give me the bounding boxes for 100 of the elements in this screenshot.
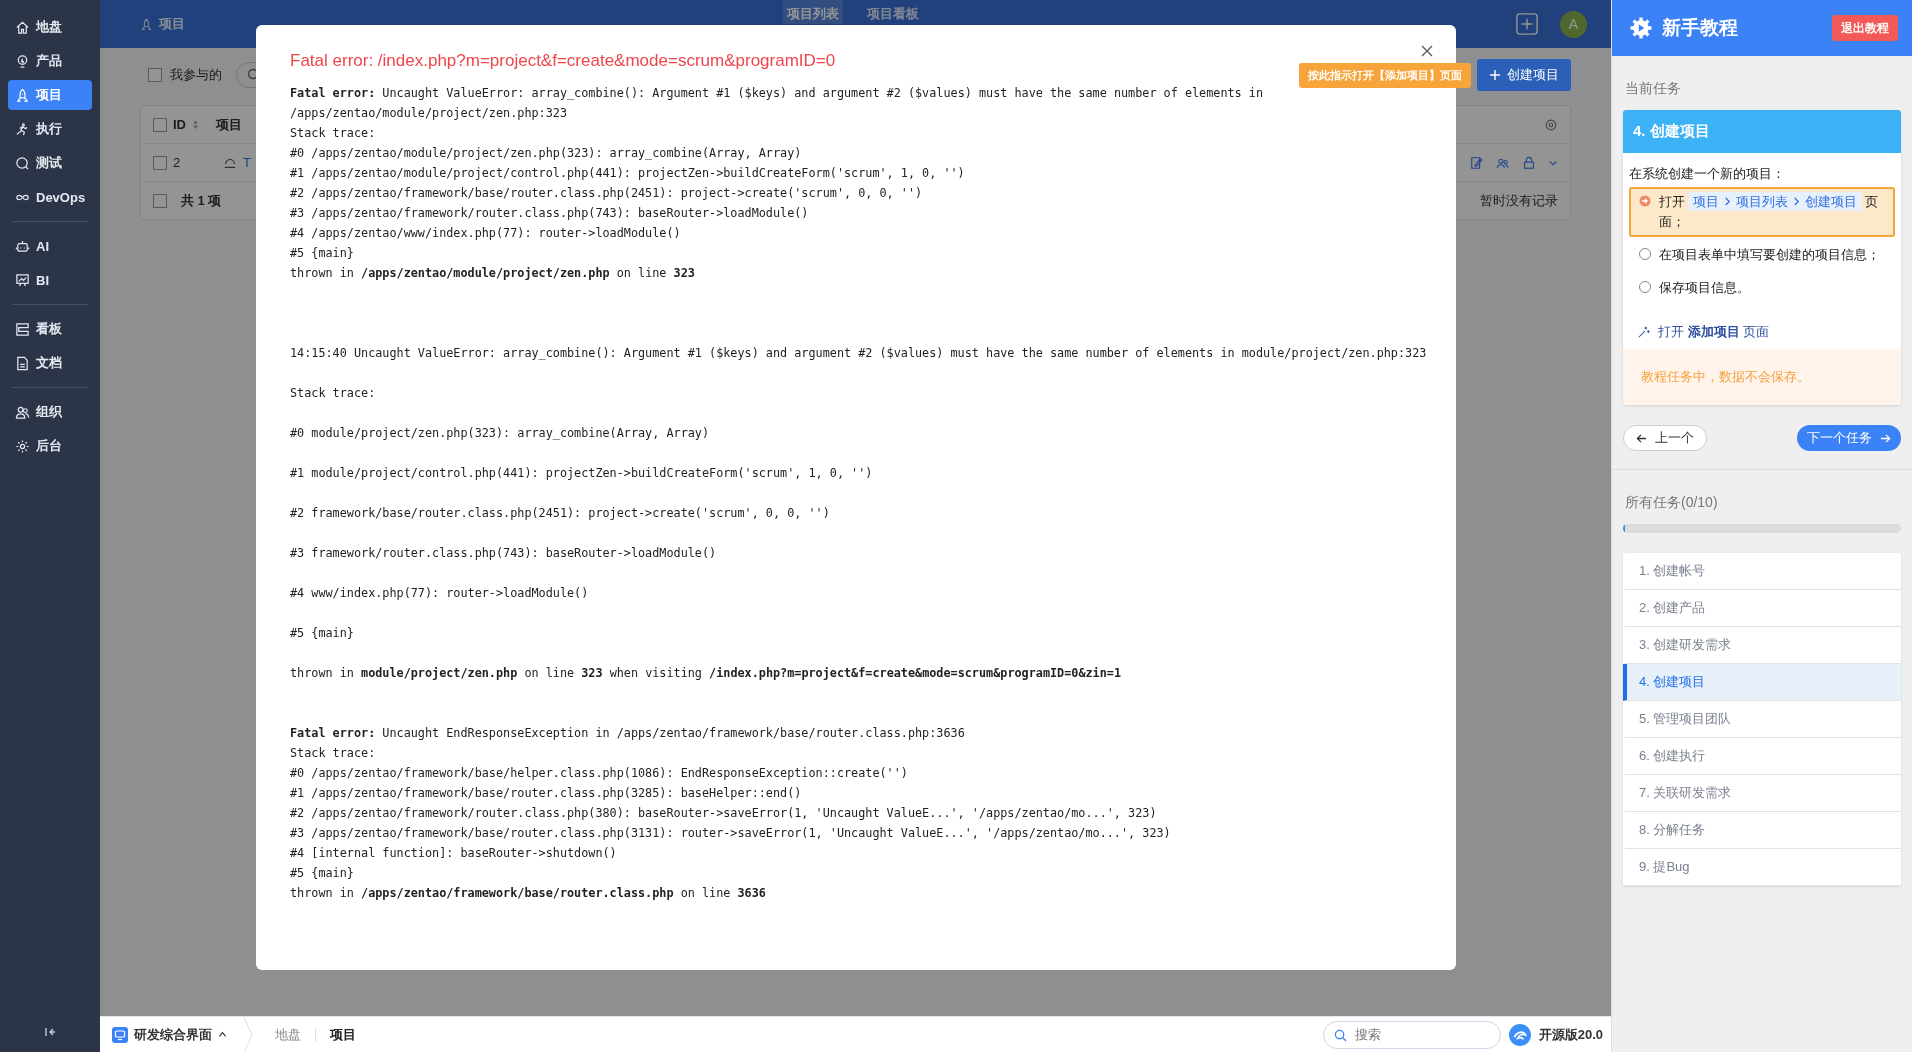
step-text: 在项目表单中填写要创建的项目信息； <box>1659 246 1880 264</box>
code-line: #2 framework/base/router.class.php(2451): project->create('scrum', 0, 0, '') <box>290 505 831 522</box>
code-line: Fatal error: Uncaught ValueError: array_combine(): Argument #1 ($keys) and argument #2 ($values) must have the same number of elements in <box>290 85 1265 102</box>
create-project-button[interactable]: 创建项目 <box>1477 59 1571 91</box>
nav-tab[interactable]: 项目看板 <box>863 0 923 24</box>
hint-tooltip: 按此指示打开【添加项目】页面 <box>1299 62 1471 88</box>
code-line: #2 /apps/zentao/framework/router.class.php(380): baseRouter->saveError(1, 'Uncaught ValueE...', '/apps/zentao/mo...', 323) <box>290 805 1158 822</box>
code-line: #4 [internal function]: baseRouter->shutdown() <box>290 845 618 862</box>
sidebar-item[interactable]: AI <box>8 231 92 261</box>
task-item[interactable]: 6. 创建执行 <box>1623 738 1901 775</box>
checkbox[interactable] <box>153 193 167 208</box>
task-item[interactable]: 8. 分解任务 <box>1623 812 1901 849</box>
code-line: Fatal error: Uncaught EndResponseException in /apps/zentao/framework/base/router.class.php:3636 <box>290 725 966 742</box>
sidebar-item[interactable]: 地盘 <box>8 12 92 42</box>
step-text: 保存项目信息。 <box>1659 279 1750 297</box>
warning-note: 教程任务中，数据不会保存。 <box>1623 349 1901 405</box>
chevron-icon <box>1793 197 1800 206</box>
sort-icon[interactable] <box>192 119 199 130</box>
lightbulb-icon <box>15 53 30 69</box>
lock-icon[interactable] <box>1522 155 1536 170</box>
code-line: Stack trace: <box>290 385 377 402</box>
close-icon[interactable] <box>1421 45 1433 57</box>
sidebar-item[interactable]: DevOps <box>8 182 92 212</box>
nav-link[interactable]: 项目 <box>1693 194 1719 209</box>
next-task-button[interactable]: 下一个任务 <box>1797 425 1901 451</box>
app-switcher[interactable]: 研发综合界面 <box>112 1025 227 1044</box>
code-line: #1 /apps/zentao/framework/base/router.class.php(3285): baseHelper::end() <box>290 785 803 802</box>
breadcrumb-link[interactable]: 项目 <box>330 1025 356 1044</box>
task-item[interactable]: 5. 管理项目团队 <box>1623 701 1901 738</box>
sidebar-item[interactable]: 项目 <box>8 80 92 110</box>
code-line: #5 {main} <box>290 245 355 262</box>
code-line: Stack trace: <box>290 125 377 142</box>
panel-title: 新手教程 <box>1662 16 1738 40</box>
app-title: 项目 <box>159 15 185 33</box>
project-link[interactable]: T <box>243 155 251 170</box>
magnifier-icon <box>15 155 30 171</box>
nav-link[interactable]: 项目列表 <box>1736 194 1788 209</box>
sidebar-item[interactable]: 后台 <box>8 431 92 461</box>
code-line: thrown in module/project/zen.php on line 323 when visiting /index.php?m=project&f=create&mode=scrum&programID=0&zin=1 <box>290 665 1122 682</box>
logo-icon <box>1508 1023 1531 1046</box>
checkbox[interactable] <box>148 68 162 82</box>
checkbox[interactable] <box>153 155 167 170</box>
home-icon <box>15 19 30 35</box>
rocket-icon <box>140 17 153 31</box>
action-link[interactable]: 打开 添加项目 页面 <box>1658 323 1770 341</box>
code-line: #3 framework/router.class.php(743): baseRouter->loadModule() <box>290 545 718 562</box>
version-label: 开源版20.0 <box>1538 1025 1603 1044</box>
step-text: 打开 项目 项目列表 创建项目 页面； <box>1659 192 1879 231</box>
code-line: #1 /apps/zentao/module/project/control.php(441): projectZen->buildCreateForm('scrum', 1, 0, '') <box>290 165 966 182</box>
code-line: /apps/zentao/module/project/zen.php:323 <box>290 105 568 122</box>
gear-icon <box>15 438 30 454</box>
task-title: 4. 创建项目 <box>1623 110 1901 153</box>
edit-icon[interactable] <box>1470 155 1484 170</box>
table-cell-text: 2 <box>173 155 182 170</box>
task-item[interactable]: 4. 创建项目 <box>1623 664 1901 701</box>
running-figure-icon <box>15 121 30 137</box>
code-line: #4 www/index.php(77): router->loadModule() <box>290 585 590 602</box>
previous-button[interactable]: 上一个 <box>1623 425 1707 451</box>
code-line: #3 /apps/zentao/framework/router.class.php(743): baseRouter->loadModule() <box>290 205 810 222</box>
sidebar-item[interactable]: 执行 <box>8 114 92 144</box>
breadcrumb-link[interactable]: 地盘 <box>275 1025 301 1044</box>
arrow-left-icon <box>1636 432 1647 444</box>
task-item[interactable]: 2. 创建产品 <box>1623 590 1901 627</box>
section-label: 所有任务(0/10) <box>1625 494 1719 512</box>
task-item[interactable]: 9. 提Bug <box>1623 849 1901 886</box>
code-line: #0 module/project/zen.php(323): array_combine(Array, Array) <box>290 425 711 442</box>
sidebar-item[interactable]: 文档 <box>8 348 92 378</box>
search-field[interactable]: 搜索 <box>1322 1020 1501 1049</box>
document-icon <box>15 355 30 371</box>
rocket-icon <box>15 87 30 103</box>
gear-icon <box>1630 17 1652 39</box>
code-line: #0 /apps/zentao/framework/base/helper.class.php(1086): EndResponseException::create('') <box>290 765 909 782</box>
filter-checkbox[interactable]: 我参与的 <box>140 66 222 84</box>
code-line: Stack trace: <box>290 745 377 762</box>
code-line: #1 module/project/control.php(441): projectZen->buildCreateForm('scrum', 1, 0, '') <box>290 465 874 482</box>
nav-link[interactable]: 创建项目 <box>1805 194 1857 209</box>
task-item[interactable]: 1. 创建帐号 <box>1623 553 1901 590</box>
row-count: 共 1 项 <box>181 191 222 210</box>
checkbox[interactable] <box>153 117 167 132</box>
section-label: 当前任务 <box>1625 80 1682 98</box>
empty-note: 暂时没有记录 <box>1480 191 1558 210</box>
code-line: #3 /apps/zentao/framework/base/router.class.php(3131): router->saveError(1, 'Uncaught ValueE...', '/apps/zentao/mo...', 323) <box>290 825 1172 842</box>
caret-icon <box>218 1030 227 1039</box>
search-icon <box>1333 1028 1347 1042</box>
sidebar-item[interactable]: 产品 <box>8 46 92 76</box>
task-description: 在系统创建一个新的项目： <box>1629 165 1786 183</box>
error-title: Fatal error: /index.php?m=project&f=create&mode=scrum&programID=0 <box>290 51 837 71</box>
task-item[interactable]: 7. 关联研发需求 <box>1623 775 1901 812</box>
column-header[interactable]: ID <box>173 117 186 132</box>
sidebar-item[interactable]: 测试 <box>8 148 92 178</box>
robot-icon <box>15 238 30 254</box>
sidebar-item[interactable]: BI <box>8 265 92 295</box>
add-icon[interactable] <box>1516 13 1538 35</box>
sidebar-item[interactable]: 组织 <box>8 397 92 427</box>
exit-tutorial-button[interactable]: 退出教程 <box>1832 15 1898 41</box>
sidebar-item[interactable]: 看板 <box>8 314 92 344</box>
code-line: #4 /apps/zentao/www/index.php(77): router->loadModule() <box>290 225 682 242</box>
arrow-right-icon <box>1880 432 1891 444</box>
code-line: #5 {main} <box>290 625 355 642</box>
collapse-icon[interactable] <box>44 1026 56 1038</box>
